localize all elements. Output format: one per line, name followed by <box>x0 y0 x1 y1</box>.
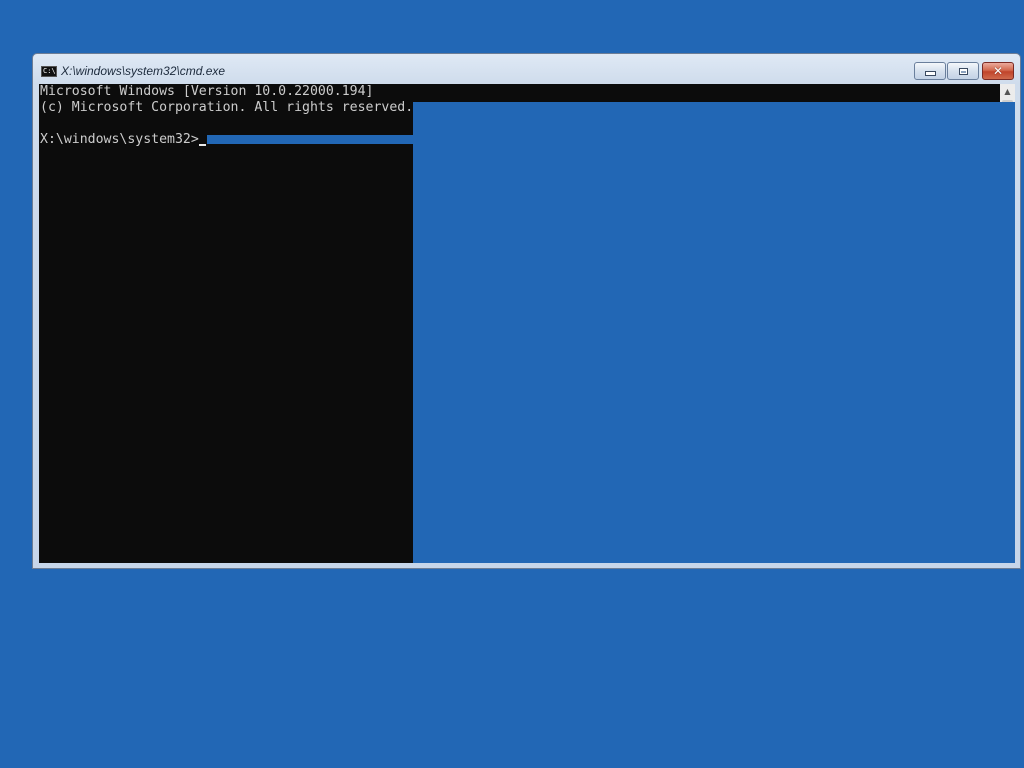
minimize-icon <box>924 71 936 76</box>
cmd-icon: C:\ <box>41 66 57 77</box>
text-cursor <box>198 144 206 146</box>
desktop-overlay-panel <box>413 102 1015 563</box>
prompt-text: X:\windows\system32> <box>40 132 199 147</box>
console-prompt-line[interactable]: X:\windows\system32> <box>40 132 206 148</box>
input-highlight <box>207 135 414 144</box>
title-bar[interactable]: C:\ X:\windows\system32\cmd.exe ✕ <box>33 54 1020 84</box>
close-button[interactable]: ✕ <box>982 62 1014 80</box>
close-icon: ✕ <box>992 64 1004 78</box>
minimize-button[interactable] <box>914 62 946 80</box>
scroll-up-arrow-icon[interactable]: ▲ <box>1002 86 1013 98</box>
console-line-version: Microsoft Windows [Version 10.0.22000.19… <box>40 84 374 99</box>
window-title: X:\windows\system32\cmd.exe <box>61 64 226 78</box>
maximize-button[interactable] <box>947 62 979 80</box>
maximize-icon <box>958 67 968 75</box>
console-line-copyright: (c) Microsoft Corporation. All rights re… <box>40 100 414 115</box>
